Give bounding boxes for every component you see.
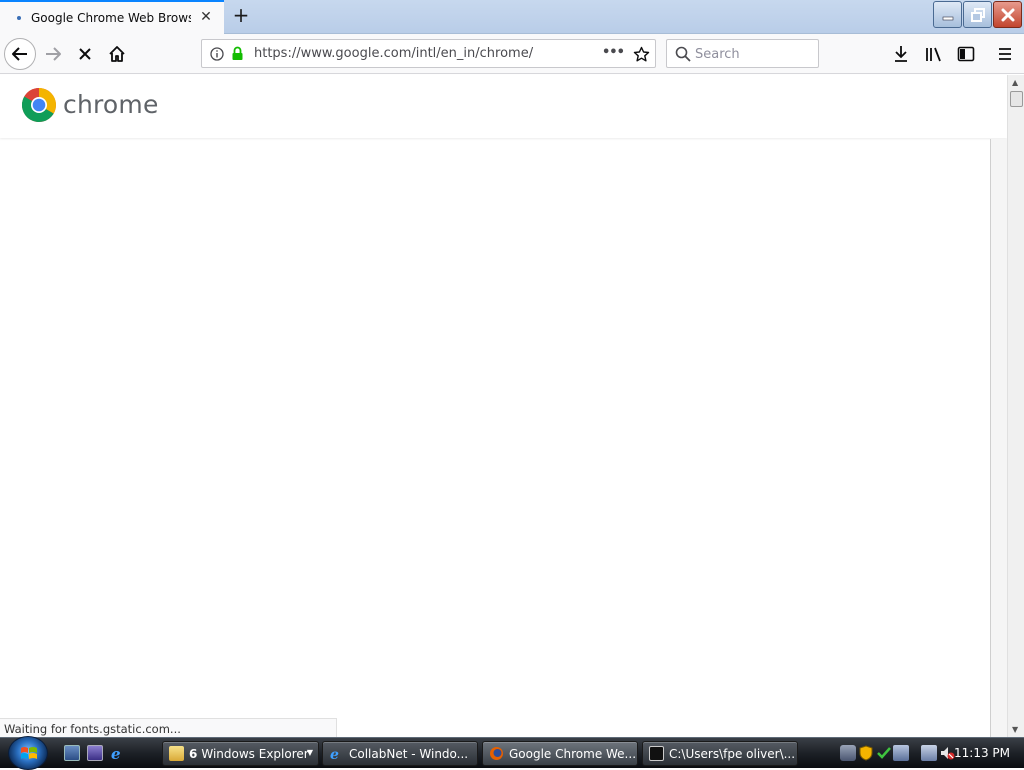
scroll-down-icon[interactable]: ▼ xyxy=(1012,725,1018,734)
menu-button[interactable] xyxy=(990,39,1020,69)
lock-icon[interactable] xyxy=(231,46,244,61)
internet-explorer-icon: e xyxy=(329,746,344,763)
library-button[interactable] xyxy=(919,39,949,69)
show-desktop-icon[interactable] xyxy=(64,745,80,761)
minimize-icon xyxy=(942,16,953,20)
svg-text:e: e xyxy=(330,747,339,761)
chrome-wordmark: chrome xyxy=(63,90,159,119)
minimize-button[interactable] xyxy=(933,1,962,28)
search-icon xyxy=(675,46,691,62)
monitor-tray-icon[interactable] xyxy=(893,745,909,761)
chrome-logo-icon xyxy=(22,88,56,122)
hamburger-menu-icon xyxy=(999,48,1011,60)
close-window-button[interactable] xyxy=(993,1,1022,28)
volume-muted-icon[interactable] xyxy=(939,745,955,761)
page-actions-icon[interactable]: ••• xyxy=(602,45,625,60)
tab-active[interactable]: Google Chrome Web Browser ✕ xyxy=(0,0,224,34)
taskbar-item-windows-explorer[interactable]: 6 Windows Explorer ▼ xyxy=(162,741,319,766)
switch-windows-icon[interactable] xyxy=(87,745,103,761)
start-button[interactable] xyxy=(8,736,48,770)
loading-dot-icon xyxy=(17,16,21,20)
restore-button[interactable] xyxy=(963,1,992,28)
downloads-button[interactable] xyxy=(886,39,916,69)
bookmark-star-icon[interactable] xyxy=(633,46,650,63)
vertical-scrollbar[interactable]: ▲ ▼ xyxy=(1007,75,1024,737)
tab-close-icon[interactable]: ✕ xyxy=(198,9,214,25)
back-button[interactable] xyxy=(4,38,36,70)
home-icon xyxy=(109,46,125,62)
stop-button[interactable] xyxy=(70,39,100,69)
taskbar-item-collabnet[interactable]: e CollabNet - Windo... xyxy=(322,741,478,766)
taskbar-clock: 11:13 PM xyxy=(954,746,1010,760)
restore-icon xyxy=(970,7,985,22)
navigation-toolbar: https://www.google.com/intl/en_in/chrome… xyxy=(0,34,1024,74)
svg-text:e: e xyxy=(111,745,121,761)
taskbar-item-google-chrome[interactable]: Google Chrome We... xyxy=(482,741,638,766)
terminal-icon xyxy=(649,746,664,761)
tab-strip: Google Chrome Web Browser ✕ + xyxy=(0,0,1024,34)
home-button[interactable] xyxy=(102,39,132,69)
sidebar-button[interactable] xyxy=(951,39,981,69)
status-text: Waiting for fonts.gstatic.com... xyxy=(0,718,337,737)
display-tray-icon[interactable] xyxy=(921,745,937,761)
inner-page-edge xyxy=(990,139,1007,737)
info-icon[interactable] xyxy=(210,47,224,61)
search-bar[interactable] xyxy=(666,39,819,68)
window-controls xyxy=(933,1,1022,30)
back-arrow-icon xyxy=(12,47,27,61)
network-tray-icon[interactable] xyxy=(840,745,856,761)
download-icon xyxy=(895,46,907,62)
site-header: chrome xyxy=(0,75,1007,138)
sidebar-icon xyxy=(957,46,975,62)
library-icon xyxy=(926,47,941,62)
chevron-down-icon[interactable]: ▼ xyxy=(307,748,313,757)
checkmark-tray-icon[interactable] xyxy=(876,745,892,761)
new-tab-button[interactable]: + xyxy=(230,4,252,28)
stop-icon xyxy=(79,48,91,60)
security-shield-icon[interactable] xyxy=(858,745,874,761)
taskbar: e 6 Windows Explorer ▼ e CollabNet - Win… xyxy=(0,736,1024,770)
web-page: chrome xyxy=(0,75,1007,737)
firefox-icon xyxy=(489,746,504,761)
search-input[interactable] xyxy=(695,45,813,63)
windows-logo-icon xyxy=(21,747,37,759)
url-bar[interactable]: https://www.google.com/intl/en_in/chrome… xyxy=(201,39,656,68)
internet-explorer-icon[interactable]: e xyxy=(110,745,126,763)
forward-arrow-icon xyxy=(46,47,61,61)
taskbar-item-command-prompt[interactable]: C:\Users\fpe oliver\... xyxy=(642,741,798,766)
url-text[interactable]: https://www.google.com/intl/en_in/chrome… xyxy=(254,46,533,61)
forward-button[interactable] xyxy=(38,39,68,69)
folder-icon xyxy=(169,746,184,761)
scroll-up-icon[interactable]: ▲ xyxy=(1012,78,1018,87)
close-icon xyxy=(1001,8,1014,21)
tab-title: Google Chrome Web Browser xyxy=(31,11,191,25)
scroll-thumb[interactable] xyxy=(1010,91,1023,107)
